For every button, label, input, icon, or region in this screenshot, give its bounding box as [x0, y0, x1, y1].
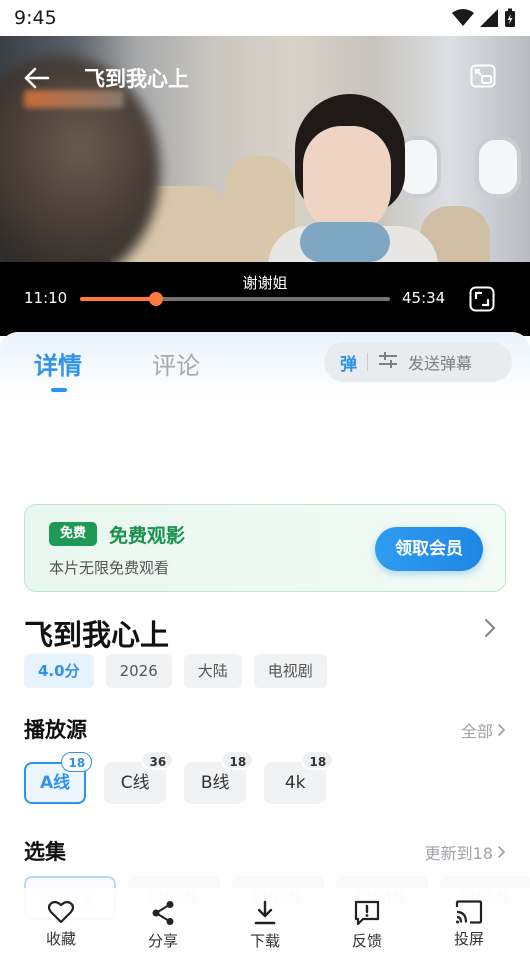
show-title[interactable]: 飞到我心上	[24, 612, 169, 654]
feedback-button[interactable]: 反馈	[327, 888, 407, 962]
download-icon	[254, 900, 276, 925]
score-tag: 4.0分	[24, 654, 94, 688]
danmu-settings-button[interactable]	[378, 351, 398, 373]
source-label: B线	[200, 773, 230, 793]
airplane-window	[475, 136, 521, 198]
send-danmu-button[interactable]: 发送弹幕	[408, 350, 472, 374]
current-time: 11:10	[24, 289, 68, 307]
bottom-action-bar: 收藏 分享 下载 反馈 投屏	[0, 888, 530, 962]
chevron-right-icon	[497, 845, 506, 859]
sources-title: 播放源	[24, 718, 87, 742]
tab-indicator	[51, 388, 67, 392]
source-count-badge: 18	[221, 750, 255, 770]
share-icon	[152, 901, 174, 925]
total-time: 45:34	[402, 289, 446, 307]
arrow-left-icon	[24, 67, 50, 89]
signal-icon	[480, 9, 498, 27]
sliders-icon	[379, 352, 397, 368]
person-face	[303, 126, 391, 234]
wifi-icon	[452, 9, 474, 26]
player-title: 飞到我心上	[84, 67, 189, 91]
chevron-right-icon	[484, 618, 496, 638]
fullscreen-icon	[469, 286, 495, 312]
source-count-badge: 18	[61, 752, 93, 772]
tab-comments[interactable]: 评论	[152, 346, 200, 381]
show-detail-button[interactable]	[484, 618, 496, 642]
fullscreen-button[interactable]	[469, 286, 495, 316]
download-button[interactable]: 下载	[225, 888, 305, 962]
status-icons	[452, 8, 516, 28]
source-4k[interactable]: 4k 18	[264, 750, 335, 804]
episodes-update-label: 更新到18	[424, 844, 493, 863]
battery-icon	[505, 8, 515, 27]
source-count-badge: 36	[141, 750, 175, 770]
episodes-more-button[interactable]: 更新到18	[425, 840, 506, 864]
cast-label: 投屏	[453, 930, 484, 948]
free-description: 本片无限免费观看	[49, 559, 170, 577]
heart-icon	[48, 900, 74, 924]
show-tags: 4.0分 2026 大陆 电视剧	[24, 654, 327, 688]
player-top-bar: 飞到我心上	[0, 54, 530, 102]
cast-icon	[455, 900, 483, 924]
cast-button[interactable]: 投屏	[429, 888, 509, 962]
feedback-icon	[354, 900, 380, 926]
source-label: C线	[120, 773, 150, 793]
favorite-button[interactable]: 收藏	[21, 888, 101, 962]
progress-thumb[interactable]	[148, 292, 163, 306]
source-b[interactable]: B线 18	[184, 750, 255, 804]
video-subtitle: 谢谢姐	[242, 274, 288, 292]
sources-all-button[interactable]: 全部	[461, 718, 506, 742]
free-title: 免费观影	[109, 525, 186, 547]
danmu-toggle-button[interactable]: 弹	[340, 350, 357, 375]
region-tag: 大陆	[183, 654, 242, 688]
progress-fill	[80, 297, 156, 301]
claim-membership-button[interactable]: 领取会员	[375, 527, 483, 571]
year-tag: 2026	[105, 654, 172, 688]
source-label: 4k	[284, 773, 306, 793]
sources-all-label: 全部	[460, 722, 493, 741]
episodes-title: 选集	[24, 840, 66, 864]
source-c[interactable]: C线 36	[104, 750, 175, 804]
progress-track[interactable]	[80, 292, 390, 306]
genre-tag: 电视剧	[253, 654, 327, 688]
pip-button[interactable]	[470, 64, 496, 92]
status-bar: 9:45	[0, 0, 530, 36]
favorite-label: 收藏	[45, 930, 76, 948]
pip-icon	[470, 64, 496, 88]
download-label: 下载	[249, 932, 280, 950]
source-label: A线	[40, 773, 71, 793]
divider	[367, 353, 368, 371]
source-a[interactable]: A线 18	[24, 752, 93, 804]
free-badge: 免费	[49, 522, 97, 546]
source-list: A线 18 C线 36 B线 18 4k 18	[24, 750, 335, 804]
share-label: 分享	[147, 932, 178, 950]
scarf	[300, 222, 390, 262]
feedback-label: 反馈	[351, 932, 382, 950]
chevron-right-icon	[497, 723, 506, 737]
tab-details[interactable]: 详情	[34, 346, 82, 381]
back-button[interactable]	[24, 67, 50, 89]
share-button[interactable]: 分享	[123, 888, 203, 962]
free-watch-card: 免费 免费观影 本片无限免费观看 领取会员	[24, 504, 506, 592]
danmu-bar: 弹 发送弹幕	[324, 342, 512, 382]
status-time: 9:45	[14, 7, 57, 29]
source-count-badge: 18	[301, 750, 335, 770]
detail-sheet: 详情 评论 弹 发送弹幕 免费 免费观影 本片无限免费观看 领取会员 飞到我心上…	[0, 332, 530, 962]
